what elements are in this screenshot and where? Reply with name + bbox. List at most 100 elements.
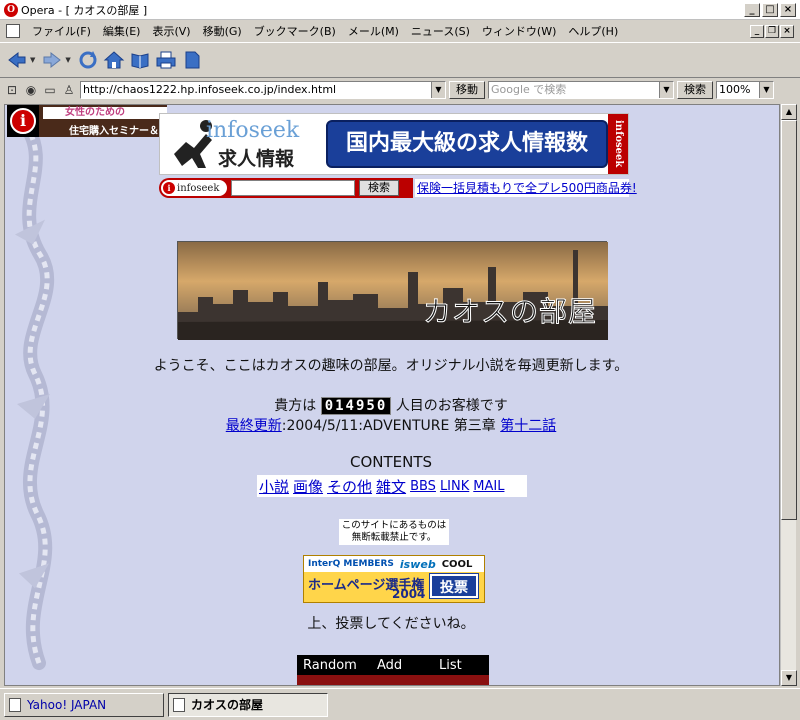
last-update-link[interactable]: 最終更新 [226,418,282,434]
banner-headline: 国内最大級の求人情報数 [326,120,608,168]
back-icon[interactable] [6,49,28,71]
menu-mail[interactable]: メール(M) [342,23,405,39]
go-button[interactable]: 移動 [449,81,485,99]
user-icon[interactable]: ♙ [61,82,77,98]
vote-button[interactable]: 投票 [429,573,479,599]
search-input[interactable]: Google で検索 ▼ [488,81,674,99]
document-icon[interactable]: ▭ [42,82,58,98]
visitor-suffix: 人目のお客様です [395,398,508,414]
webring-nav: Random Add List [297,655,489,685]
window-taskbar: Yahoo! JAPAN カオスの部屋 [0,688,800,720]
menu-edit[interactable]: 編集(E) [97,23,147,39]
novel-link[interactable]: 小説 [259,476,289,497]
essays-link[interactable]: 雑文 [376,476,406,497]
ad-line-1: 女性のための [43,107,167,119]
menu-bar: ファイル(F) 編集(E) 表示(V) 移動(G) ブックマーク(B) メール(… [0,20,800,42]
banner-vertical-logo: infoseek [608,114,628,174]
tab-label: Yahoo! JAPAN [27,697,107,712]
toolbar: ▼ ▼ [0,42,800,78]
last-update-text: :2004/5/11:ADVENTURE 第三章 [281,418,496,434]
page-icon [9,697,21,712]
city-skyline-banner: カオスの部屋 [177,241,608,340]
menu-help[interactable]: ヘルプ(H) [562,23,624,39]
visitor-prefix: 貴方は [274,398,317,414]
minimize-button[interactable]: _ [744,2,760,17]
tab-chaos-room[interactable]: カオスの部屋 [168,692,328,717]
menu-view[interactable]: 表示(V) [146,23,196,39]
isweb-label: isweb [399,557,436,571]
menu-file[interactable]: ファイル(F) [26,23,97,39]
contents-nav: 小説 画像 その他 雑文 BBS LINK MAIL [257,475,527,497]
menu-navigate[interactable]: 移動(G) [197,23,248,39]
menu-bookmarks[interactable]: ブックマーク(B) [248,23,342,39]
link-link[interactable]: LINK [440,479,469,494]
url-input[interactable]: http://chaos1222.hp.infoseek.co.jp/index… [80,81,446,99]
job-info-label: 求人情報 [218,148,295,170]
scroll-thumb[interactable] [781,120,797,520]
add-link[interactable]: Add [371,658,433,673]
images-link[interactable]: 画像 [293,476,323,497]
security-icon[interactable]: ⊡ [4,82,20,98]
infoseek-search-input[interactable] [231,180,355,196]
infoseek-job-banner[interactable]: infoseek 求人情報 国内最大級の求人情報数 infoseek [159,113,629,175]
running-man-graphic: infoseek 求人情報 [160,114,326,174]
contents-heading: CONTENTS [349,453,433,471]
tab-label: カオスの部屋 [191,698,264,712]
webring-nav-footer [297,675,489,685]
reload-icon[interactable] [77,49,99,71]
last-update-line: 最終更新:2004/5/11:ADVENTURE 第三章 第十二話 [75,415,707,435]
opera-logo-icon: O [4,2,18,17]
vote-request-text: 上、投票してくださいね。 [307,616,475,632]
visitor-counter: 014950 [320,397,392,415]
dragon-background-image [15,117,55,671]
mdi-minimize-button[interactable]: _ [750,24,764,38]
infoseek-search-box: i infoseek 検索 [159,178,413,198]
tab-yahoo-japan[interactable]: Yahoo! JAPAN [4,692,164,717]
menu-news[interactable]: ニュース(S) [405,23,476,39]
menu-window[interactable]: ウィンドウ(W) [476,23,562,39]
search-button[interactable]: 検索 [677,81,713,99]
page-icon [173,697,185,712]
infoseek-search-logo: i infoseek [161,180,227,196]
bbs-link[interactable]: BBS [410,479,436,494]
back-dropdown-icon[interactable]: ▼ [30,56,35,64]
interq-label: InterQ MEMBERS [308,559,394,569]
welcome-text: ようこそ、ここはカオスの趣味の部屋。オリジナル小説を毎週更新します。 [153,358,629,374]
hotlist-icon[interactable] [129,49,151,71]
list-link[interactable]: List [433,658,462,673]
address-bar: ⊡ ◉ ▭ ♙ http://chaos1222.hp.infoseek.co.… [0,78,800,102]
page-viewport: i 女性のための 住宅購入セミナー＆ infoseek 求人情報 国内最大級の求… [4,104,780,686]
mail-link[interactable]: MAIL [473,479,504,494]
site-title: カオスの部屋 [422,295,598,329]
document-menu-icon[interactable] [6,24,20,38]
vertical-scrollbar[interactable]: ▲ ▼ [780,104,797,686]
window-title: Opera - [ カオスの部屋 ] [21,3,148,17]
cool-label: COOL [441,558,473,570]
forward-icon[interactable] [41,49,63,71]
title-bar: O Opera - [ カオスの部屋 ] _ □ × [0,0,800,20]
scroll-up-icon[interactable]: ▲ [781,104,797,120]
ad-line-2: 住宅購入セミナー＆ [69,126,159,137]
close-button[interactable]: × [780,2,796,17]
home-icon[interactable] [103,49,125,71]
scroll-down-icon[interactable]: ▼ [781,670,797,686]
insurance-promo-link[interactable]: 保険一括見積もりで全プレ500円商品券! [415,179,637,197]
homepage-contest-vote-banner[interactable]: InterQ MEMBERS isweb COOL ホームページ選手権 2004… [303,555,485,603]
mdi-close-button[interactable]: × [780,24,794,38]
contest-year: 2004 [392,587,426,601]
random-link[interactable]: Random [297,658,371,673]
forward-dropdown-icon[interactable]: ▼ [65,56,70,64]
visitor-counter-line: 貴方は 014950 人目のお客様です [75,395,707,415]
print-icon[interactable] [155,49,177,71]
other-link[interactable]: その他 [327,476,372,497]
mdi-restore-button[interactable]: ❐ [765,24,779,38]
infoseek-i-logo-icon: i [7,105,39,137]
camera-icon[interactable]: ◉ [23,82,39,98]
infoseek-search-button[interactable]: 検索 [359,180,399,196]
page-icon[interactable] [181,49,203,71]
maximize-button[interactable]: □ [762,2,778,17]
chapter-link[interactable]: 第十二話 [500,418,556,434]
zoom-select[interactable]: 100% ▼ [716,81,774,99]
infoseek-banner-wordmark: infoseek [206,118,300,143]
seminar-ad-banner[interactable]: i 女性のための 住宅購入セミナー＆ [7,105,167,137]
